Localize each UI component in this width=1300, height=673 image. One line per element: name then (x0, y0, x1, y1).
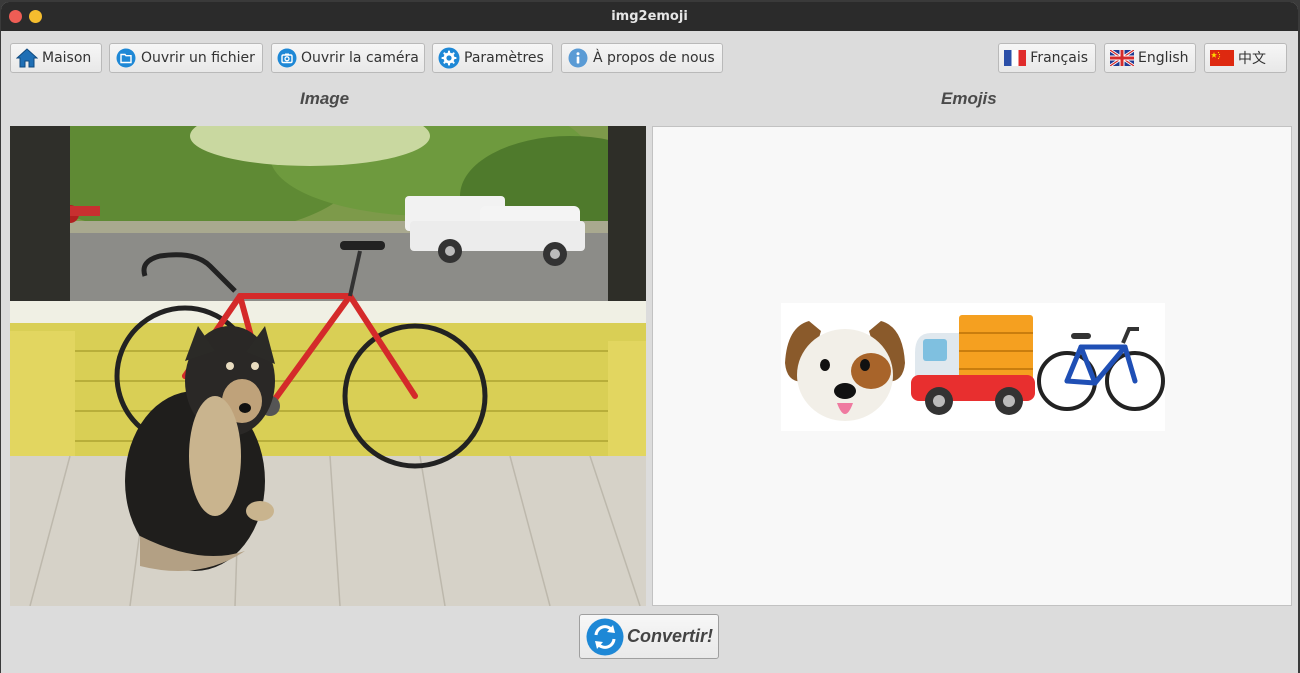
app-window: img2emoji Maison Ouvrir un fichier Ouvri… (1, 2, 1298, 673)
open-file-label: Ouvrir un fichier (141, 50, 255, 66)
bicycle-emoji-icon (1037, 327, 1165, 411)
title-bar: img2emoji (1, 2, 1298, 31)
settings-label: Paramètres (464, 50, 544, 66)
refresh-icon (586, 618, 624, 656)
home-button[interactable]: Maison (10, 43, 102, 73)
image-heading: Image (300, 89, 350, 108)
uk-flag-icon (1109, 48, 1135, 68)
open-file-button[interactable]: Ouvrir un fichier (109, 43, 263, 73)
language-english-button[interactable]: English (1104, 43, 1196, 73)
convert-button[interactable]: Convertir! (579, 614, 719, 659)
camera-icon (277, 47, 297, 69)
home-icon (16, 47, 38, 69)
english-label: English (1138, 50, 1189, 66)
emojis-heading: Emojis (941, 89, 997, 108)
settings-button[interactable]: Paramètres (432, 43, 553, 73)
open-camera-button[interactable]: Ouvrir la caméra (271, 43, 425, 73)
language-french-button[interactable]: Français (998, 43, 1096, 73)
image-preview (10, 126, 646, 606)
convert-label: Convertir! (627, 626, 714, 646)
photo-dog-bicycle (10, 126, 646, 606)
folder-icon (115, 47, 137, 69)
open-camera-label: Ouvrir la caméra (301, 50, 419, 66)
about-label: À propos de nous (593, 50, 715, 66)
dog-face-emoji-icon (785, 321, 905, 421)
gear-icon (438, 47, 460, 69)
french-label: Français (1030, 50, 1088, 66)
chinese-label: 中文 (1238, 51, 1266, 67)
delivery-truck-emoji-icon (911, 315, 1035, 415)
language-chinese-button[interactable]: 中文 (1204, 43, 1287, 73)
france-flag-icon (1004, 50, 1027, 66)
home-label: Maison (42, 50, 92, 66)
china-flag-icon (1210, 50, 1234, 66)
window-title: img2emoji (611, 9, 688, 24)
about-button[interactable]: À propos de nous (561, 43, 723, 73)
info-icon (567, 47, 589, 69)
emoji-result-strip (781, 303, 1165, 431)
emoji-output-panel (652, 126, 1292, 606)
